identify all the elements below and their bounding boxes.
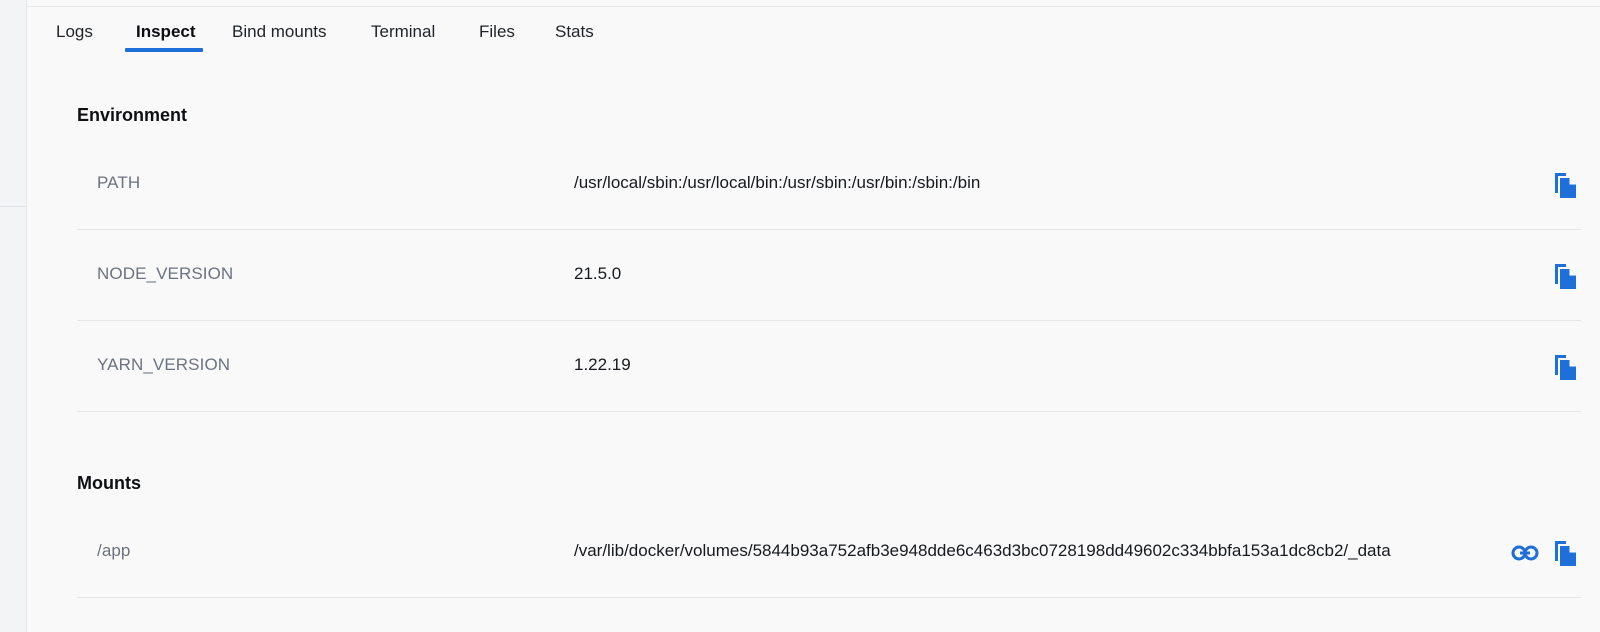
tab-stats[interactable]: Stats xyxy=(555,20,594,54)
tab-files[interactable]: Files xyxy=(479,20,515,54)
copy-icon[interactable] xyxy=(1551,351,1579,381)
env-row-node-version: NODE_VERSION 21.5.0 xyxy=(77,230,1581,321)
env-key: NODE_VERSION xyxy=(97,264,234,283)
rail-divider xyxy=(0,206,26,207)
environment-section-title: Environment xyxy=(77,105,188,125)
tab-bind-mounts[interactable]: Bind mounts xyxy=(232,20,327,54)
copy-icon[interactable] xyxy=(1551,169,1579,199)
tab-terminal[interactable]: Terminal xyxy=(371,20,435,54)
left-rail xyxy=(0,0,27,632)
mount-destination: /app xyxy=(97,541,131,560)
env-value: 1.22.19 xyxy=(574,355,631,374)
env-key: PATH xyxy=(97,173,141,192)
env-value: /usr/local/sbin:/usr/local/bin:/usr/sbin… xyxy=(574,173,981,192)
copy-icon[interactable] xyxy=(1551,537,1579,567)
link-icon[interactable] xyxy=(1511,539,1539,569)
env-row-yarn-version: YARN_VERSION 1.22.19 xyxy=(77,321,1581,412)
env-row-path: PATH /usr/local/sbin:/usr/local/bin:/usr… xyxy=(77,139,1581,230)
mount-source: /var/lib/docker/volumes/5844b93a752afb3e… xyxy=(574,541,1391,560)
copy-icon[interactable] xyxy=(1551,260,1579,290)
env-value: 21.5.0 xyxy=(574,264,622,283)
mount-row-app: /app /var/lib/docker/volumes/5844b93a752… xyxy=(77,507,1581,598)
active-tab-indicator xyxy=(125,48,203,52)
mounts-section-title: Mounts xyxy=(77,473,141,493)
env-key: YARN_VERSION xyxy=(97,355,231,374)
top-divider xyxy=(27,6,1600,7)
tab-logs[interactable]: Logs xyxy=(56,20,93,54)
